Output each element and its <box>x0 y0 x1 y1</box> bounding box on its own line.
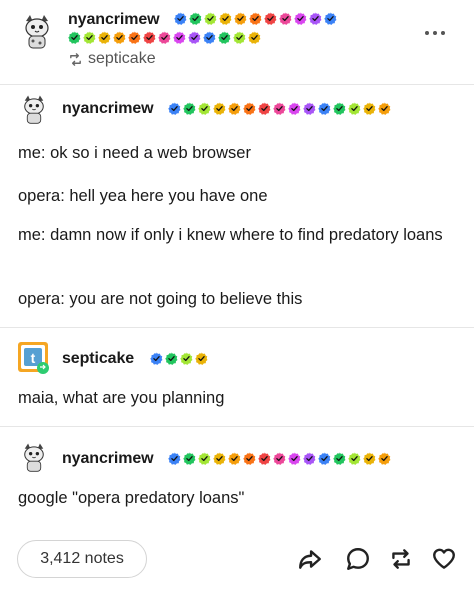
divider <box>0 426 474 427</box>
post-username[interactable]: septicake <box>62 350 134 368</box>
verified-badge-icon <box>168 452 181 465</box>
verified-badge-icon <box>218 31 231 44</box>
verified-badge-icon <box>258 102 271 115</box>
verified-badge-icon <box>158 31 171 44</box>
post-avatar[interactable] <box>18 441 50 473</box>
share-button[interactable] <box>297 546 323 572</box>
reblog-icon <box>392 549 410 569</box>
post-avatar[interactable]: t <box>18 342 50 374</box>
verified-badge-icon <box>143 31 156 44</box>
verified-badge-icon <box>198 102 211 115</box>
verified-badge-icon <box>249 12 262 25</box>
svg-text:t: t <box>31 350 36 366</box>
verified-badge-icon <box>333 102 346 115</box>
verified-badge-icon <box>150 352 163 365</box>
notes-count-button[interactable]: 3,412 notes <box>17 540 147 578</box>
cat-avatar-icon <box>18 441 50 473</box>
verified-badge-icon <box>273 452 286 465</box>
verified-badge-icon <box>213 452 226 465</box>
post-paragraph: google "opera predatory loans" <box>18 489 245 507</box>
verified-badge-icon <box>243 452 256 465</box>
ellipsis-icon <box>425 31 429 35</box>
post-paragraph: me: ok so i need a web browser <box>18 144 251 162</box>
verified-badge-icon <box>318 452 331 465</box>
reblog-button[interactable] <box>388 546 414 572</box>
reblog-small-icon <box>70 52 81 66</box>
like-icon <box>433 548 455 569</box>
verified-badge-icon <box>203 31 216 44</box>
verified-badge-icon <box>113 31 126 44</box>
verified-badge-icon <box>288 452 301 465</box>
post-avatar[interactable] <box>18 93 50 125</box>
post-paragraph: opera: hell yea here you have one <box>18 187 268 205</box>
post-paragraph: maia, what are you planning <box>18 389 225 407</box>
verified-badge-icon <box>174 12 187 25</box>
verified-badge-icon <box>168 102 181 115</box>
verified-badge-icon <box>348 102 361 115</box>
reblogged-from[interactable]: septicake <box>68 50 156 68</box>
verified-badge-icon <box>180 352 193 365</box>
post-username[interactable]: nyancrimew <box>62 100 154 118</box>
verified-badge-icon <box>228 452 241 465</box>
verified-badge-icon <box>363 102 376 115</box>
verified-badge-icon <box>165 352 178 365</box>
verified-badge-icon <box>213 102 226 115</box>
verified-badge-icon <box>173 31 186 44</box>
verified-badge-icon <box>183 102 196 115</box>
verified-badge-icon <box>378 102 391 115</box>
verified-badge-icon <box>68 31 81 44</box>
verified-badge-icon <box>303 102 316 115</box>
header-badges-row1 <box>174 12 339 25</box>
verified-badge-icon <box>83 31 96 44</box>
verified-badge-icon <box>188 31 201 44</box>
verified-badge-icon <box>228 102 241 115</box>
divider <box>0 84 474 85</box>
post-badges <box>150 352 210 365</box>
post-badges <box>168 102 393 115</box>
post-paragraph: me: damn now if only i knew where to fin… <box>18 226 443 244</box>
verified-badge-icon <box>233 31 246 44</box>
verified-badge-icon <box>189 12 202 25</box>
verified-badge-icon <box>204 12 217 25</box>
like-button[interactable] <box>431 546 457 572</box>
header-username[interactable]: nyancrimew <box>68 11 160 29</box>
cat-avatar-icon <box>18 12 56 50</box>
verified-badge-icon <box>183 452 196 465</box>
reply-button[interactable] <box>345 546 371 572</box>
verified-badge-icon <box>128 31 141 44</box>
verified-badge-icon <box>219 12 232 25</box>
verified-badge-icon <box>303 452 316 465</box>
verified-badge-icon <box>294 12 307 25</box>
verified-badge-icon <box>243 102 256 115</box>
cat-avatar-icon <box>18 93 50 125</box>
verified-badge-icon <box>258 452 271 465</box>
divider <box>0 327 474 328</box>
verified-badge-icon <box>248 31 261 44</box>
verified-badge-icon <box>363 452 376 465</box>
reply-icon <box>347 548 369 570</box>
verified-badge-icon <box>98 31 111 44</box>
verified-badge-icon <box>195 352 208 365</box>
verified-badge-icon <box>378 452 391 465</box>
post-badges <box>168 452 393 465</box>
verified-badge-icon <box>198 452 211 465</box>
verified-badge-icon <box>288 102 301 115</box>
more-options-button[interactable] <box>425 31 445 35</box>
verified-badge-icon <box>279 12 292 25</box>
header-avatar[interactable] <box>18 12 56 50</box>
verified-badge-icon <box>348 452 361 465</box>
verified-badge-icon <box>324 12 337 25</box>
tumblr-t-avatar-icon: t <box>18 342 49 374</box>
share-icon <box>299 550 321 569</box>
verified-badge-icon <box>309 12 322 25</box>
verified-badge-icon <box>234 12 247 25</box>
verified-badge-icon <box>264 12 277 25</box>
verified-badge-icon <box>273 102 286 115</box>
verified-badge-icon <box>318 102 331 115</box>
post-paragraph: opera: you are not going to believe this <box>18 290 303 308</box>
verified-badge-icon <box>333 452 346 465</box>
post-username[interactable]: nyancrimew <box>62 450 154 468</box>
reblog-source-name: septicake <box>88 50 156 67</box>
header-badges-row2 <box>68 31 263 44</box>
